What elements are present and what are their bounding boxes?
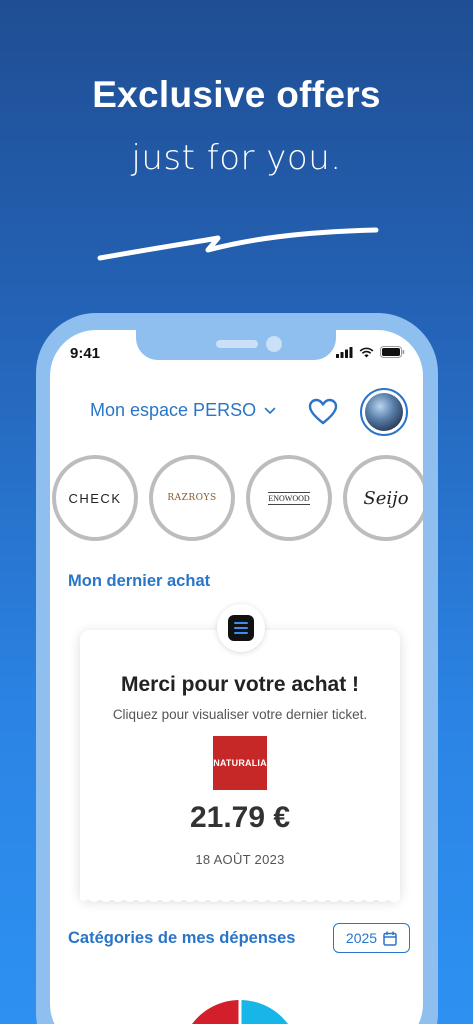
space-title-label: Mon espace PERSO — [90, 400, 257, 420]
ticket-edge — [80, 893, 400, 902]
brand-label: CHECK — [68, 490, 122, 506]
chevron-down-icon — [264, 407, 276, 414]
hero-headline: Exclusive offers — [92, 74, 381, 115]
brand-label: ENOWOOD — [268, 491, 310, 505]
calendar-icon — [383, 931, 397, 946]
space-selector[interactable]: Mon espace PERSO — [90, 400, 276, 421]
card-subtitle: Cliquez pour visualiser votre dernier ti… — [112, 707, 368, 722]
status-icons — [336, 346, 405, 358]
squiggle-decoration — [97, 227, 379, 261]
year-label: 2025 — [345, 930, 378, 946]
avatar[interactable] — [360, 388, 408, 436]
battery-icon — [380, 346, 405, 358]
hero-subline: just for you. — [131, 138, 342, 178]
brand-razroys[interactable]: RAZROYS — [149, 455, 235, 541]
brand-label: Seijo — [363, 487, 409, 509]
purchase-amount: 21.79 € — [189, 801, 291, 834]
status-time: 9:41 — [70, 345, 101, 362]
brand-enowood[interactable]: ENOWOOD — [246, 455, 332, 541]
spending-categories-title: Catégories de mes dépenses — [68, 929, 296, 947]
favorites-heart-icon[interactable] — [308, 398, 338, 426]
pie-slice-cyan — [240, 1000, 288, 1024]
year-selector-button[interactable]: 2025 — [333, 923, 410, 953]
last-ticket-card[interactable]: Merci pour votre achat ! Cliquez pour vi… — [80, 630, 400, 900]
brand-seijo[interactable]: Seijo — [343, 455, 423, 541]
brand-check[interactable]: CHECK — [52, 455, 138, 541]
receipt-icon — [217, 604, 265, 652]
last-purchase-title: Mon dernier achat — [68, 572, 211, 590]
signal-icon — [336, 346, 353, 358]
card-title: Merci pour votre achat ! — [120, 673, 360, 696]
brand-label: RAZROYS — [167, 493, 217, 503]
wifi-icon — [359, 347, 374, 357]
pie-slice-red — [192, 1000, 240, 1024]
store-name: NATURALIA — [213, 758, 267, 768]
purchase-date: 18 AOÛT 2023 — [195, 852, 285, 867]
brand-carousel[interactable]: CHECK RAZROYS ENOWOOD Seijo — [52, 455, 423, 541]
phone-notch — [136, 330, 336, 360]
store-logo: NATURALIA — [213, 736, 267, 790]
spending-pie-chart — [192, 1000, 288, 1024]
